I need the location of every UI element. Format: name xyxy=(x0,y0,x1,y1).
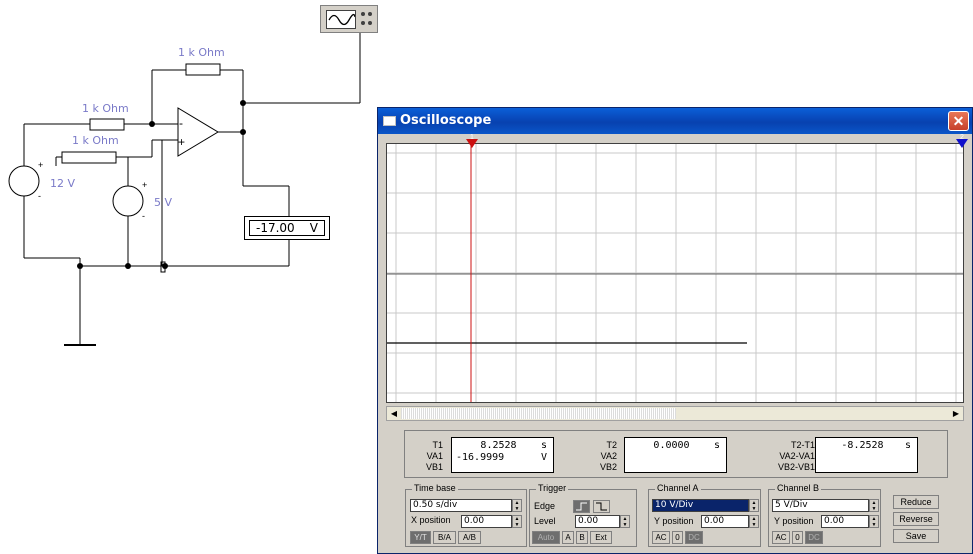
t2-unit: s xyxy=(713,440,720,451)
save-button[interactable]: Save xyxy=(893,529,939,543)
va1-value: -16.9999 xyxy=(456,452,505,463)
dt-unit: s xyxy=(904,440,911,451)
resistor-second-label: 1 k Ohm xyxy=(72,134,119,147)
channel-a-ypos-field[interactable]: 0.00 xyxy=(701,515,749,528)
t1-readout-box: 8.2528 s -16.9999 V xyxy=(451,437,554,473)
vb1-label: VB1 xyxy=(425,462,443,472)
vb2-label: VB2 xyxy=(599,462,617,472)
trigger-title: Trigger xyxy=(536,483,569,493)
channel-a-ac-button[interactable]: AC xyxy=(652,531,670,544)
t1-value: 8.2528 xyxy=(480,440,517,451)
cursor1-handle[interactable]: 1 xyxy=(466,134,478,148)
dt-label: T2-T1 xyxy=(790,440,815,450)
timebase-scale-field[interactable]: 0.50 s/div xyxy=(410,499,512,512)
oscilloscope-window: Oscilloscope ✕ 1 2 ◀ ▶ T1 VA1 VB1 8.2528… xyxy=(377,107,973,554)
trigger-group: Trigger Edge Level 0.00 ▲ ▼ Auto A B Ext xyxy=(529,483,637,547)
t1-unit: s xyxy=(540,440,547,451)
mode-yt-button[interactable]: Y/T xyxy=(410,531,431,544)
window-title: Oscilloscope xyxy=(400,113,492,128)
mode-ba-button[interactable]: B/A xyxy=(433,531,456,544)
source1-plus: + xyxy=(38,160,44,170)
xpos-spinner[interactable]: ▲ ▼ xyxy=(512,515,522,528)
channel-a-scale-spinner[interactable]: ▲ ▼ xyxy=(749,499,759,512)
resistor-input-label: 1 k Ohm xyxy=(82,102,129,115)
channel-b-scale-spinner[interactable]: ▲ ▼ xyxy=(869,499,879,512)
title-bar[interactable]: Oscilloscope ✕ xyxy=(378,108,972,134)
trigger-a-button[interactable]: A xyxy=(562,531,574,544)
channel-b-ypos-spinner[interactable]: ▲ ▼ xyxy=(869,515,879,528)
rising-edge-icon[interactable] xyxy=(573,500,590,513)
channel-b-zero-button[interactable]: 0 xyxy=(792,531,803,544)
dt-readout-box: -8.2528 s xyxy=(815,437,918,473)
t2-readout-box: 0.0000 s xyxy=(624,437,727,473)
channel-b-scale-field[interactable]: 5 V/Div xyxy=(772,499,869,512)
va2-label: VA2 xyxy=(600,451,617,461)
circuit-schematic xyxy=(8,33,361,346)
edge-label: Edge xyxy=(534,501,556,511)
close-icon: ✕ xyxy=(952,113,965,129)
mode-ab-button[interactable]: A/B xyxy=(458,531,481,544)
scroll-left-arrow-icon[interactable]: ◀ xyxy=(387,407,401,420)
dt-value: -8.2528 xyxy=(841,440,884,451)
scope-display xyxy=(386,143,964,403)
timebase-scale-spinner[interactable]: ▲ ▼ xyxy=(512,499,522,512)
opamp-inverting-sign: - xyxy=(179,116,183,130)
scroll-right-arrow-icon[interactable]: ▶ xyxy=(949,407,963,420)
voltmeter-unit: V xyxy=(309,221,318,235)
window-icon xyxy=(383,116,396,126)
source2-minus: - xyxy=(142,211,145,221)
cursor2-tag: 2 xyxy=(960,134,964,141)
scroll-thumb[interactable] xyxy=(401,408,676,419)
time-scrollbar[interactable]: ◀ ▶ xyxy=(386,406,964,421)
va1-label: VA1 xyxy=(426,451,443,461)
voltmeter-value: -17.00 xyxy=(256,221,295,235)
dva-label: VA2-VA1 xyxy=(779,451,815,461)
reverse-button[interactable]: Reverse xyxy=(893,512,939,526)
va1-unit: V xyxy=(540,452,547,463)
dvb-label: VB2-VB1 xyxy=(777,462,815,472)
cursor2-handle[interactable]: 2 xyxy=(956,134,968,148)
source1-minus: - xyxy=(38,191,41,201)
cursor1-tag: 1 xyxy=(470,134,474,141)
channel-a-group: Channel A 10 V/Div ▲ ▼ Y position 0.00 ▲ ▼… xyxy=(648,483,761,547)
channel-b-group: Channel B 5 V/Div ▲ ▼ Y position 0.00 ▲ ▼ … xyxy=(768,483,881,547)
xpos-label: X position xyxy=(411,515,451,525)
timebase-title: Time base xyxy=(412,483,458,493)
channel-a-dc-button[interactable]: DC xyxy=(685,531,703,544)
close-button[interactable]: ✕ xyxy=(948,111,969,131)
channel-a-scale-field[interactable]: 10 V/Div xyxy=(652,499,749,512)
level-spinner[interactable]: ▲ ▼ xyxy=(620,515,630,528)
cursor-readouts: T1 VA1 VB1 8.2528 s -16.9999 V T2 VA2 VB2 … xyxy=(404,430,948,478)
channel-b-title: Channel B xyxy=(775,483,822,493)
level-field[interactable]: 0.00 xyxy=(575,515,620,528)
channel-b-ypos-field[interactable]: 0.00 xyxy=(821,515,869,528)
t2-value: 0.0000 xyxy=(653,440,690,451)
trigger-auto-button[interactable]: Auto xyxy=(532,531,560,544)
channel-b-ypos-label: Y position xyxy=(774,516,814,526)
source2-value: 5 V xyxy=(154,196,173,209)
channel-b-ac-button[interactable]: AC xyxy=(772,531,790,544)
opamp-noninverting-sign: + xyxy=(178,135,186,149)
reduce-button[interactable]: Reduce xyxy=(893,495,939,509)
channel-b-dc-button[interactable]: DC xyxy=(805,531,823,544)
trigger-b-button[interactable]: B xyxy=(576,531,588,544)
source2-plus: + xyxy=(142,180,148,190)
resistor-feedback-label: 1 k Ohm xyxy=(178,46,225,59)
channel-a-ypos-spinner[interactable]: ▲ ▼ xyxy=(749,515,759,528)
t2-label: T2 xyxy=(606,440,617,450)
source1-value: 12 V xyxy=(50,177,76,190)
level-label: Level xyxy=(534,516,556,526)
voltmeter[interactable]: -17.00 V xyxy=(244,216,330,240)
scope-grid xyxy=(387,144,963,402)
channel-a-title: Channel A xyxy=(655,483,701,493)
channel-a-zero-button[interactable]: 0 xyxy=(672,531,683,544)
xpos-field[interactable]: 0.00 xyxy=(461,515,512,528)
falling-edge-icon[interactable] xyxy=(593,500,610,513)
t1-label: T1 xyxy=(432,440,443,450)
oscilloscope-instrument-icon[interactable] xyxy=(320,5,378,33)
trigger-ext-button[interactable]: Ext xyxy=(590,531,612,544)
channel-a-ypos-label: Y position xyxy=(654,516,694,526)
timebase-group: Time base 0.50 s/div ▲ ▼ X position 0.00 … xyxy=(405,483,527,547)
